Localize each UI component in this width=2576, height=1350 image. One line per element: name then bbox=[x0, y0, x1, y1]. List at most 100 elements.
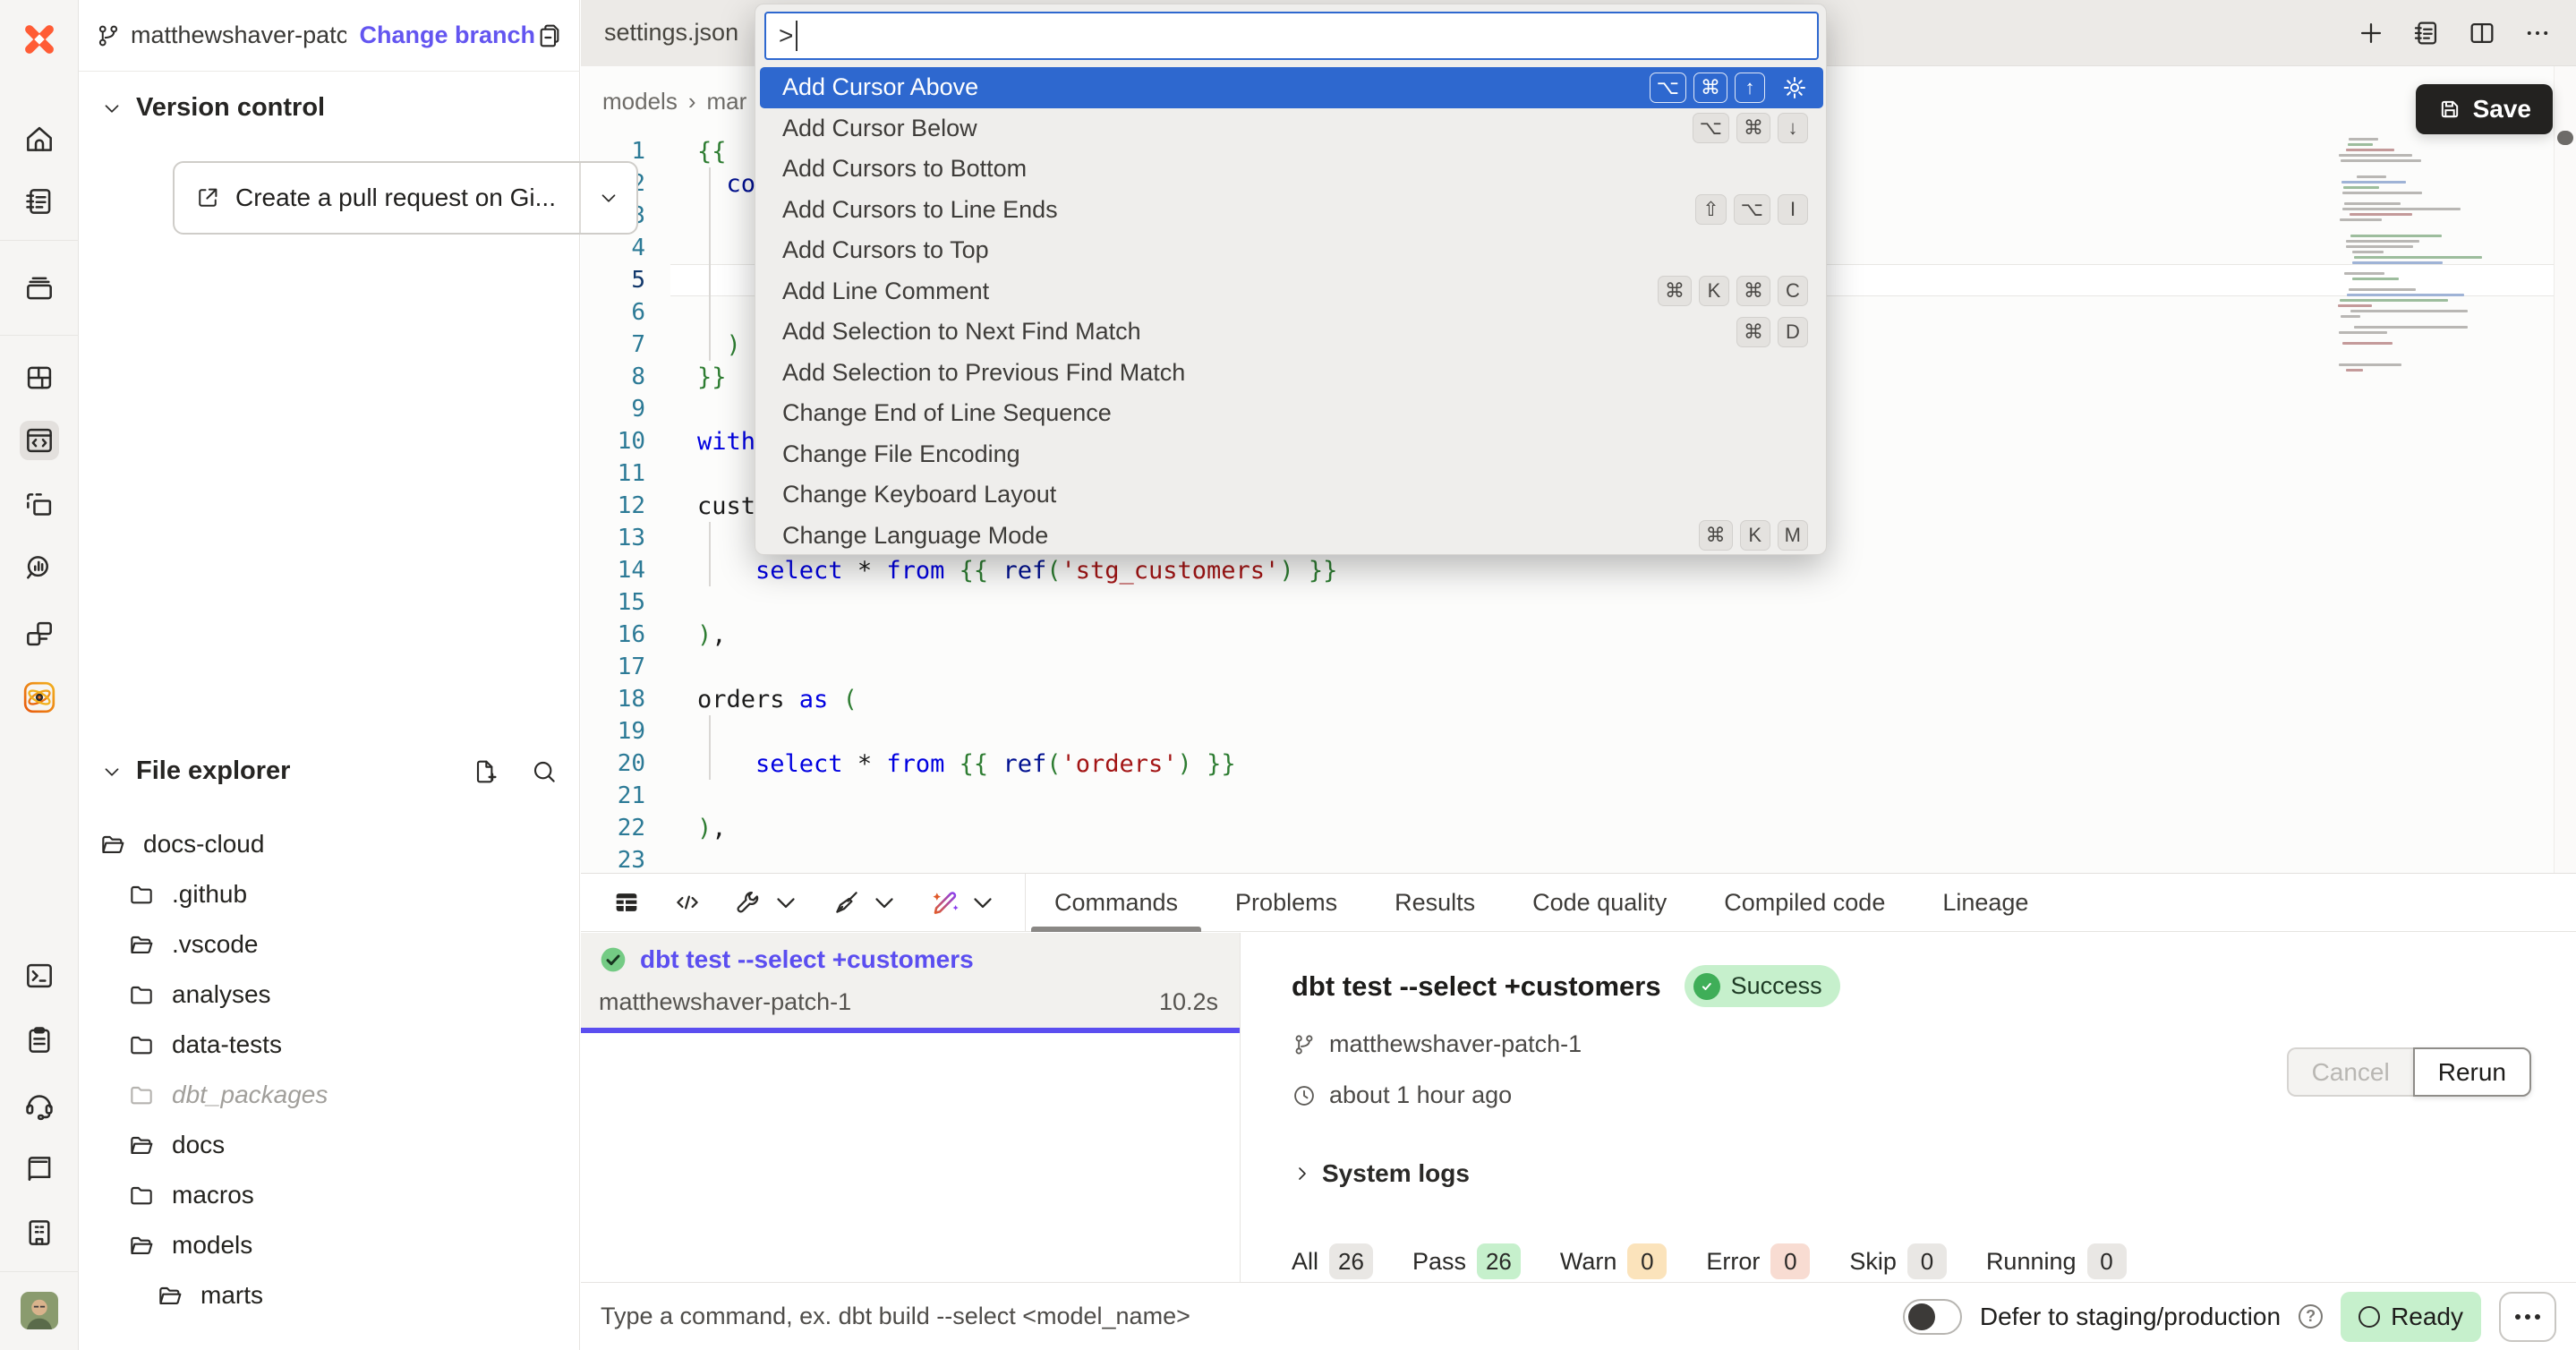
scrollbar-thumb[interactable] bbox=[2557, 131, 2573, 145]
chevron-down-icon[interactable] bbox=[968, 887, 998, 918]
ready-badge[interactable]: Ready bbox=[2341, 1292, 2481, 1342]
tree-item-dbt-packages[interactable]: dbt_packages bbox=[79, 1070, 580, 1120]
panel-tab-results[interactable]: Results bbox=[1366, 874, 1504, 932]
breadcrumb-leaf[interactable]: mar bbox=[707, 88, 747, 115]
rail-item-book[interactable] bbox=[20, 1149, 59, 1189]
editor-scrollbar[interactable] bbox=[2554, 66, 2576, 873]
palette-item-change-file-encoding[interactable]: Change File Encoding bbox=[755, 434, 1827, 475]
change-branch-link[interactable]: Change branch bbox=[359, 21, 535, 49]
command-input[interactable]: Type a command, ex. dbt build --select <… bbox=[601, 1303, 1190, 1330]
panel-tab-lineage[interactable]: Lineage bbox=[1914, 874, 2057, 932]
run-command-link[interactable]: dbt test --select +customers bbox=[640, 945, 974, 974]
copilot-fix-button[interactable] bbox=[930, 887, 998, 918]
dbt-logo[interactable] bbox=[20, 20, 59, 59]
compile-code-button[interactable] bbox=[672, 887, 703, 918]
panel-tab-code-quality[interactable]: Code quality bbox=[1504, 874, 1695, 932]
palette-item-add-line-comment[interactable]: Add Line Comment⌘K⌘C bbox=[755, 271, 1827, 312]
split-pane-icon[interactable] bbox=[2467, 18, 2497, 48]
palette-item-add-cursor-above[interactable]: Add Cursor Above⌥⌘↑ bbox=[760, 67, 1823, 108]
preview-table-button[interactable] bbox=[611, 887, 642, 918]
code-line-18[interactable]: 18orders as ( bbox=[581, 683, 2514, 715]
palette-item-add-selection-to-next-find-match[interactable]: Add Selection to Next Find Match⌘D bbox=[755, 312, 1827, 353]
palette-item-add-selection-to-previous-find-match[interactable]: Add Selection to Previous Find Match bbox=[755, 353, 1827, 394]
status-more-menu[interactable] bbox=[2499, 1292, 2556, 1342]
code-line-23[interactable]: 23 bbox=[581, 844, 2514, 873]
palette-item-add-cursor-below[interactable]: Add Cursor Below⌥⌘↓ bbox=[755, 108, 1827, 150]
avatar[interactable] bbox=[20, 1291, 59, 1330]
rail-item-building[interactable] bbox=[20, 1213, 59, 1252]
create-pr-button[interactable]: Create a pull request on Gi... bbox=[175, 163, 579, 233]
rail-item-windows[interactable] bbox=[20, 614, 59, 654]
tree-item-docs[interactable]: docs bbox=[79, 1120, 580, 1170]
cancel-button[interactable]: Cancel bbox=[2287, 1047, 2413, 1097]
file-explorer-header[interactable]: File explorer bbox=[100, 756, 559, 786]
code-line-21[interactable]: 21 bbox=[581, 780, 2514, 812]
tree-item-data-tests[interactable]: data-tests bbox=[79, 1020, 580, 1070]
tree-item-marts[interactable]: marts bbox=[79, 1270, 580, 1320]
run-list-item[interactable]: dbt test --select +customers matthewshav… bbox=[581, 933, 1240, 1028]
breadcrumb-root[interactable]: models bbox=[602, 88, 678, 115]
format-button[interactable] bbox=[832, 887, 900, 918]
palette-item-change-keyboard-layout[interactable]: Change Keyboard Layout bbox=[755, 474, 1827, 516]
system-logs-toggle[interactable]: System logs bbox=[1292, 1159, 2576, 1188]
panel-tab-commands[interactable]: Commands bbox=[1026, 874, 1207, 932]
tree-item--vscode[interactable]: .vscode bbox=[79, 919, 580, 970]
code-line-17[interactable]: 17 bbox=[581, 651, 2514, 683]
build-button[interactable] bbox=[733, 887, 801, 918]
stat-pass[interactable]: Pass26 bbox=[1412, 1243, 1521, 1279]
new-file-icon[interactable] bbox=[471, 757, 499, 786]
code-line-19[interactable]: 19 bbox=[581, 715, 2514, 748]
palette-item-add-cursors-to-bottom[interactable]: Add Cursors to Bottom bbox=[755, 149, 1827, 190]
rail-item-headset[interactable] bbox=[20, 1085, 59, 1124]
panel-tab-problems[interactable]: Problems bbox=[1207, 874, 1366, 932]
stat-running[interactable]: Running0 bbox=[1986, 1243, 2127, 1279]
tree-item--github[interactable]: .github bbox=[79, 869, 580, 919]
stat-skip[interactable]: Skip0 bbox=[1849, 1243, 1947, 1279]
rail-item-insights[interactable] bbox=[20, 549, 59, 588]
rail-item-code-editor[interactable] bbox=[20, 421, 59, 460]
chevron-down-icon[interactable] bbox=[771, 887, 801, 918]
tree-item-models[interactable]: models bbox=[79, 1220, 580, 1270]
code-line-15[interactable]: 15 bbox=[581, 586, 2514, 619]
rail-item-home[interactable] bbox=[20, 119, 59, 158]
rail-item-copilot-atom[interactable] bbox=[20, 678, 59, 717]
defer-toggle[interactable] bbox=[1903, 1299, 1962, 1335]
rail-item-notebook[interactable] bbox=[20, 182, 59, 221]
palette-item-add-cursors-to-line-ends[interactable]: Add Cursors to Line Ends⇧⌥I bbox=[755, 190, 1827, 231]
minimap[interactable] bbox=[2338, 138, 2488, 380]
help-icon[interactable]: ? bbox=[2299, 1304, 2323, 1329]
more-menu-icon[interactable] bbox=[2522, 18, 2553, 48]
branch-name[interactable]: matthewshaver-patc bbox=[131, 21, 346, 49]
copy-icon[interactable] bbox=[535, 21, 564, 50]
search-icon[interactable] bbox=[530, 757, 559, 786]
stat-all[interactable]: All26 bbox=[1292, 1243, 1373, 1279]
rail-item-archive[interactable] bbox=[20, 269, 59, 308]
stat-error[interactable]: Error0 bbox=[1706, 1243, 1810, 1279]
code-line-14[interactable]: 14 select * from {{ ref('stg_customers')… bbox=[581, 554, 2514, 586]
new-tab-icon[interactable] bbox=[2356, 18, 2386, 48]
chevron-down-icon[interactable] bbox=[869, 887, 900, 918]
panel-tab-compiled-code[interactable]: Compiled code bbox=[1695, 874, 1914, 932]
version-control-header[interactable]: Version control bbox=[100, 93, 325, 123]
code-line-20[interactable]: 20 select * from {{ ref('orders') }} bbox=[581, 748, 2514, 780]
rerun-button[interactable]: Rerun bbox=[2413, 1047, 2531, 1097]
palette-item-change-language-mode[interactable]: Change Language Mode⌘KM bbox=[755, 516, 1827, 556]
palette-input[interactable]: > bbox=[764, 12, 1819, 60]
tree-item-macros[interactable]: macros bbox=[79, 1170, 580, 1220]
tree-item-docs-cloud[interactable]: docs-cloud bbox=[79, 819, 580, 869]
code-line-22[interactable]: 22), bbox=[581, 812, 2514, 844]
tree-item-analyses[interactable]: analyses bbox=[79, 970, 580, 1020]
create-pr-caret-button[interactable] bbox=[579, 163, 636, 233]
rail-item-terminal[interactable] bbox=[20, 956, 59, 995]
tab-settings-json[interactable]: settings.json bbox=[581, 0, 762, 66]
notebook-icon[interactable] bbox=[2411, 18, 2442, 48]
stat-warn[interactable]: Warn0 bbox=[1560, 1243, 1668, 1279]
rail-item-grid[interactable] bbox=[20, 358, 59, 397]
rail-item-clipboard[interactable] bbox=[20, 1021, 59, 1060]
settings-gear-icon[interactable] bbox=[1781, 74, 1808, 101]
palette-item-change-end-of-line-sequence[interactable]: Change End of Line Sequence bbox=[755, 393, 1827, 434]
palette-item-add-cursors-to-top[interactable]: Add Cursors to Top bbox=[755, 230, 1827, 271]
code-line-16[interactable]: 16), bbox=[581, 619, 2514, 651]
save-button[interactable]: Save bbox=[2416, 84, 2553, 134]
rail-item-frame-select[interactable] bbox=[20, 486, 59, 525]
